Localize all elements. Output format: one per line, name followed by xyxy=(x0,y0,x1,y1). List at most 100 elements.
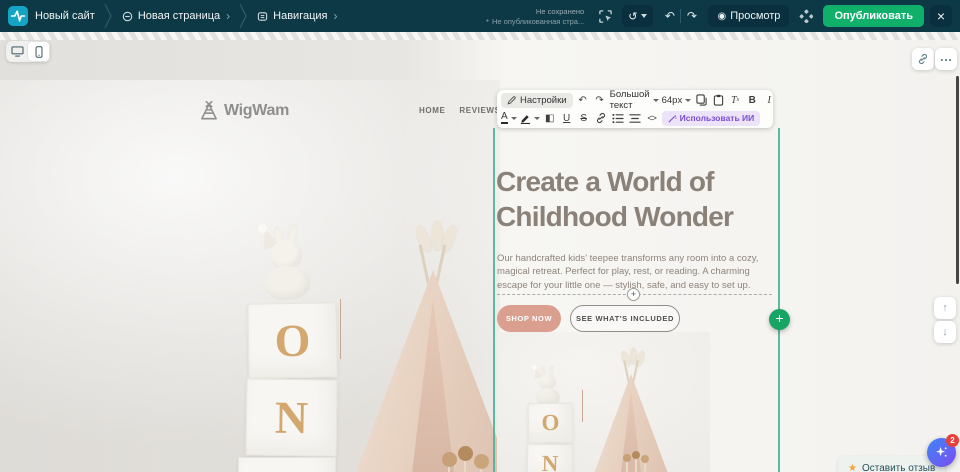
history-button[interactable]: ↺ xyxy=(622,5,653,27)
align-button[interactable] xyxy=(628,110,642,126)
star-icon: ★ xyxy=(848,463,857,472)
redo-button[interactable]: ↷ xyxy=(681,9,702,23)
close-editor-button[interactable]: × xyxy=(930,5,952,27)
widgets-icon xyxy=(799,9,813,23)
text-color-button[interactable]: A xyxy=(501,112,517,124)
hero-image-block[interactable]: O N E xyxy=(497,332,710,472)
selection-border-right xyxy=(778,128,780,472)
move-block-up-button[interactable]: ↑ xyxy=(934,297,956,319)
shop-now-button[interactable]: SHOP NOW xyxy=(497,305,561,332)
select-element-button[interactable] xyxy=(594,5,616,27)
copy-icon xyxy=(696,94,707,106)
publish-button[interactable]: Опубликовать xyxy=(823,5,924,27)
use-ai-button[interactable]: Использовать ИИ xyxy=(662,111,761,126)
block-link-button[interactable] xyxy=(912,48,934,70)
cube-letter: O xyxy=(541,410,559,436)
arrow-up-icon: ↑ xyxy=(942,302,948,314)
publish-status-label: Не опубликованная стра... xyxy=(492,17,584,26)
pencil-icon xyxy=(507,96,516,105)
underline-button[interactable]: U xyxy=(560,110,574,126)
mobile-view-button[interactable] xyxy=(28,42,49,61)
see-whats-included-button[interactable]: SEE WHAT'S INCLUDED xyxy=(570,305,680,332)
breadcrumb-separator xyxy=(239,3,248,29)
chevron-down-icon xyxy=(534,117,540,120)
breadcrumb-page[interactable]: Новая страница › xyxy=(122,10,230,22)
preview-label: Просмотр xyxy=(730,10,780,22)
site-logo: WigWam xyxy=(198,100,289,122)
paste-icon xyxy=(713,94,724,106)
block-more-button[interactable]: … xyxy=(935,48,957,70)
breadcrumb-page-label: Новая страница xyxy=(138,10,220,22)
use-ai-label: Использовать ИИ xyxy=(680,113,755,123)
settings-button[interactable]: Настройки xyxy=(501,93,573,108)
nav-link-reviews[interactable]: REVIEWS xyxy=(459,106,500,115)
eye-icon: ◉ xyxy=(717,11,726,22)
strikethrough-button[interactable]: S xyxy=(577,110,591,126)
pulse-icon xyxy=(10,8,26,24)
nav-link-home[interactable]: HOME xyxy=(419,106,445,115)
settings-label: Настройки xyxy=(520,95,567,106)
ai-wand-icon xyxy=(668,114,677,123)
copy-style-button[interactable] xyxy=(694,92,708,108)
publish-status-text: ●Не опубликованная стра... xyxy=(486,17,584,26)
cube-letter: N xyxy=(541,451,558,472)
breadcrumb-nav-block[interactable]: Навигация › xyxy=(257,10,337,22)
chevron-down-icon xyxy=(685,99,691,102)
desktop-view-button[interactable] xyxy=(7,42,28,61)
breadcrumb-nav-label: Навигация xyxy=(273,10,327,22)
font-size-dropdown[interactable]: 64px xyxy=(662,95,692,106)
link-icon xyxy=(595,112,607,124)
redo-text-button[interactable]: ↷ xyxy=(593,92,607,108)
history-icon: ↺ xyxy=(628,10,637,23)
selection-border-left xyxy=(493,128,495,472)
bold-button[interactable]: B xyxy=(745,92,759,108)
move-block-down-button[interactable]: ↓ xyxy=(934,321,956,343)
chevron-down-icon xyxy=(641,14,647,18)
save-status: Не сохранено ●Не опубликованная стра... xyxy=(486,7,584,26)
site-logo-text: WigWam xyxy=(224,102,289,120)
canvas-top-stripes xyxy=(0,32,960,40)
clear-format-button[interactable]: Tx xyxy=(728,92,742,108)
highlighter-icon xyxy=(520,113,531,124)
canvas-scrollbar[interactable] xyxy=(956,76,959,284)
device-toggle xyxy=(6,41,50,62)
undo-text-button[interactable]: ↶ xyxy=(576,92,590,108)
add-element-button[interactable]: + xyxy=(769,309,790,330)
add-block-divider-button[interactable]: + xyxy=(627,288,640,301)
breadcrumb-separator xyxy=(104,3,113,29)
undo-button[interactable]: ↶ xyxy=(659,9,680,23)
page-icon xyxy=(122,11,133,22)
text-color-A: A xyxy=(501,112,508,124)
link-icon xyxy=(917,53,929,65)
cube-letter: N xyxy=(275,391,309,444)
chevron-right-icon: › xyxy=(226,10,230,22)
highlight-color-button[interactable] xyxy=(520,113,540,124)
italic-button[interactable]: I xyxy=(762,92,776,108)
app-logo[interactable] xyxy=(8,6,28,26)
preview-button[interactable]: ◉ Просмотр xyxy=(708,5,789,27)
code-button[interactable]: <> xyxy=(645,110,659,126)
status-dot-icon: ● xyxy=(486,18,489,24)
cube-letter: O xyxy=(274,314,311,368)
link-button[interactable] xyxy=(594,110,608,126)
font-size-value: 64px xyxy=(662,95,683,106)
hero-description[interactable]: Our handcrafted kids’ teepee transforms … xyxy=(497,252,769,292)
editor-topbar: Новый сайт Новая страница › Навигация › … xyxy=(0,0,960,32)
scan-cursor-icon xyxy=(598,9,613,24)
list-button[interactable] xyxy=(611,110,625,126)
chevron-down-icon xyxy=(653,99,659,102)
teepee-logo-icon xyxy=(198,100,220,122)
text-style-dropdown[interactable]: Большой текст xyxy=(610,89,659,111)
list-icon xyxy=(612,113,624,124)
text-format-toolbar: Настройки ↶ ↷ Большой текст 64px Tx B I … xyxy=(497,90,773,128)
text-style-value: Большой текст xyxy=(610,89,650,111)
background-fill-button[interactable]: ◧ xyxy=(543,110,557,126)
widgets-button[interactable] xyxy=(795,5,817,27)
feedback-label: Оставить отзыв xyxy=(862,463,935,472)
undo-redo-group: ↶ ↷ xyxy=(659,5,702,27)
chevron-down-icon xyxy=(511,117,517,120)
paste-style-button[interactable] xyxy=(711,92,725,108)
breadcrumb-site[interactable]: Новый сайт xyxy=(35,10,95,22)
desktop-icon xyxy=(11,46,24,57)
hero-heading[interactable]: Create a World of Childhood Wonder xyxy=(496,164,784,234)
